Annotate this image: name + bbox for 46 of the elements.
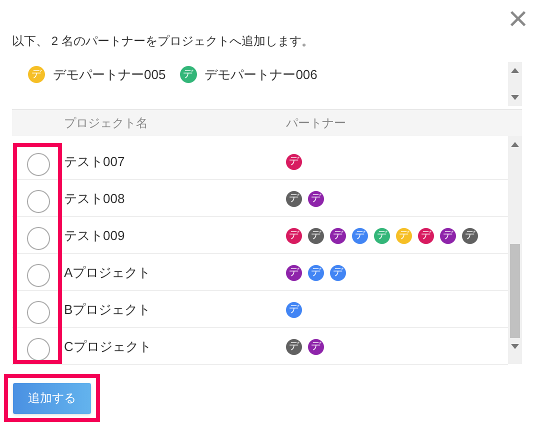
message-text: 以下、 2 名のパートナーをプロジェクトへ追加します。 [12,33,314,50]
avatar: デ [286,154,302,170]
add-button[interactable]: 追加する [13,382,91,414]
project-name: テスト009 [64,228,125,243]
checkbox[interactable] [26,264,50,286]
scroll-up-icon[interactable] [511,68,519,73]
column-header: プロジェクト名 [64,115,149,132]
avatar: デ [396,228,412,244]
avatar: デ [308,339,324,355]
scroll-up-icon[interactable] [511,142,519,147]
avatar: デ [286,191,302,207]
avatar: デ [308,191,324,207]
avatar: デ [286,265,302,281]
avatar: デ [180,66,197,84]
checkbox[interactable] [26,300,50,324]
avatar: デ [308,228,324,244]
project-name: テスト007 [64,154,125,169]
avatar: デ [440,228,456,244]
avatar: デ [330,265,346,281]
scroll-down-icon[interactable] [511,344,519,349]
avatar: デ [462,228,478,244]
avatar: デ [286,228,302,244]
column-header: パートナー [286,115,346,132]
avatar: デ [330,228,346,244]
checkbox[interactable] [26,152,50,176]
checkbox[interactable] [26,226,50,250]
project-name: テスト008 [64,191,125,206]
avatar: デ [418,228,434,244]
scroll-down-icon[interactable] [511,95,519,100]
avatar: デ [374,228,390,244]
project-name: Aプロジェクト [64,265,151,280]
project-name: Cプロジェクト [64,339,152,354]
scrollbar[interactable] [508,136,522,364]
close-button[interactable]: × [508,2,528,36]
scrollbar[interactable] [508,62,522,106]
avatar: デ [352,228,368,244]
avatar: デ [308,265,324,281]
partner-name: デモパートナー006 [204,66,318,84]
partner-name: デモパートナー005 [53,66,166,84]
avatar: デ [28,66,45,84]
checkbox[interactable] [26,190,50,212]
checkbox[interactable] [26,338,50,360]
project-name: Bプロジェクト [64,302,151,317]
scrollbar-thumb[interactable] [510,244,520,338]
avatar: デ [286,339,302,355]
avatar: デ [286,302,302,318]
